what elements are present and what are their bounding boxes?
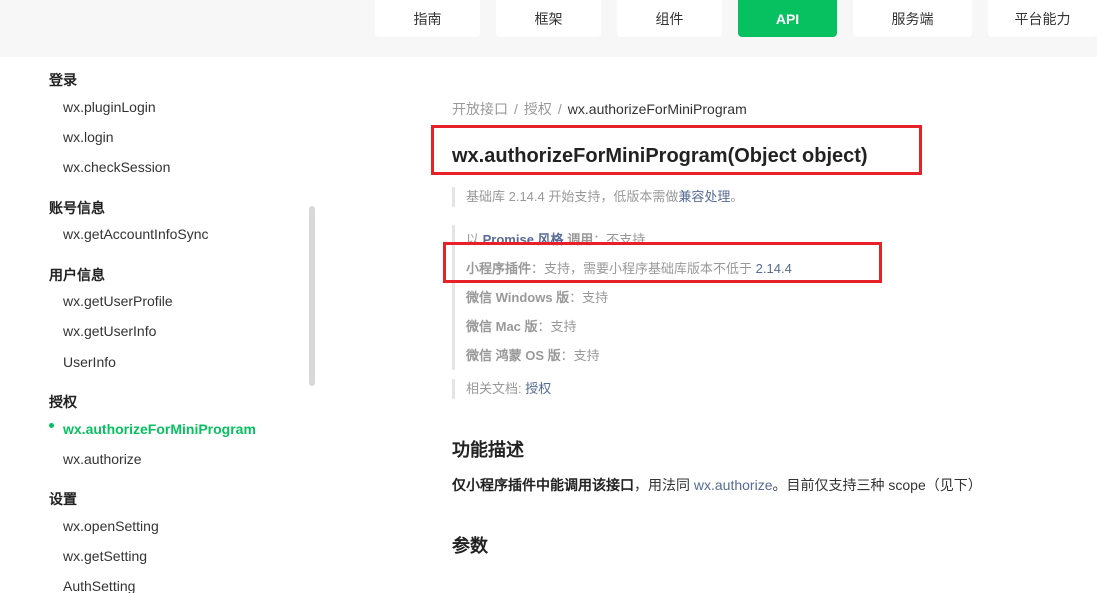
breadcrumb-current: wx.authorizeForMiniProgram xyxy=(567,101,747,117)
sidebar-group-login: 登录 xyxy=(49,72,77,88)
breadcrumb-authorize[interactable]: 授权 xyxy=(524,101,552,117)
breadcrumb: 开放接口 / 授权 / wx.authorizeForMiniProgram xyxy=(452,99,747,119)
sidebar-group-authorize: 授权 xyxy=(49,394,77,410)
sidebar-item-get-account-info-sync[interactable]: wx.getAccountInfoSync xyxy=(63,224,209,244)
breadcrumb-separator: / xyxy=(557,101,562,117)
sidebar-item-get-setting[interactable]: wx.getSetting xyxy=(63,546,147,566)
related-docs-link[interactable]: 授权 xyxy=(525,381,551,396)
nav-tab-platform[interactable]: 平台能力 xyxy=(988,0,1097,37)
sidebar-item-get-user-profile[interactable]: wx.getUserProfile xyxy=(63,291,173,311)
base-library-note: 基础库 2.14.4 开始支持，低版本需做兼容处理。 xyxy=(452,187,743,207)
sidebar-item-get-user-info[interactable]: wx.getUserInfo xyxy=(63,321,156,341)
sidebar-item-user-info[interactable]: UserInfo xyxy=(63,352,116,372)
active-indicator-dot xyxy=(49,423,54,428)
mac-value: ：支持 xyxy=(537,319,577,334)
sidebar-item-open-setting[interactable]: wx.openSetting xyxy=(63,516,159,536)
top-nav: 指南 框架 组件 API 服务端 平台能力 xyxy=(0,0,1097,57)
support-harmony-row: 微信 鸿蒙 OS 版：支持 xyxy=(466,341,792,370)
windows-value: ：支持 xyxy=(569,290,609,305)
base-library-suffix: 。 xyxy=(730,189,744,204)
related-docs-prefix: 相关文档: xyxy=(466,381,526,396)
description-middle: ，用法同 xyxy=(634,477,694,493)
base-library-text: 基础库 2.14.4 开始支持，低版本需做 xyxy=(466,189,679,204)
section-heading-description: 功能描述 xyxy=(452,440,524,460)
nav-tab-components[interactable]: 组件 xyxy=(617,0,722,37)
harmony-value: ：支持 xyxy=(560,348,600,363)
title-highlight-box xyxy=(431,125,922,175)
sidebar-group-settings: 设置 xyxy=(49,491,77,507)
support-windows-row: 微信 Windows 版：支持 xyxy=(466,283,792,312)
nav-tab-framework[interactable]: 框架 xyxy=(496,0,601,37)
sidebar-group-account-info: 账号信息 xyxy=(49,200,105,216)
wx-authorize-link[interactable]: wx.authorize xyxy=(694,477,773,493)
plugin-support-highlight-box xyxy=(443,242,882,283)
nav-tab-guide[interactable]: 指南 xyxy=(375,0,480,37)
description-text: 仅小程序插件中能调用该接口，用法同 wx.authorize。目前仅支持三种 s… xyxy=(452,475,982,495)
nav-tab-server[interactable]: 服务端 xyxy=(853,0,972,37)
section-heading-params: 参数 xyxy=(452,536,488,556)
sidebar-item-login[interactable]: wx.login xyxy=(63,127,114,147)
windows-label: 微信 Windows 版 xyxy=(466,290,570,305)
sidebar-item-plugin-login[interactable]: wx.pluginLogin xyxy=(63,97,156,117)
breadcrumb-separator: / xyxy=(514,101,518,117)
mac-label: 微信 Mac 版 xyxy=(466,319,538,334)
sidebar-group-user-info: 用户信息 xyxy=(49,267,105,283)
sidebar-item-auth-setting[interactable]: AuthSetting xyxy=(63,576,135,593)
compat-link[interactable]: 兼容处理 xyxy=(678,189,730,204)
harmony-label: 微信 鸿蒙 OS 版 xyxy=(466,348,561,363)
breadcrumb-open-api[interactable]: 开放接口 xyxy=(452,101,508,117)
description-bold: 仅小程序插件中能调用该接口 xyxy=(452,477,634,493)
support-mac-row: 微信 Mac 版：支持 xyxy=(466,312,792,341)
sidebar-item-authorize[interactable]: wx.authorize xyxy=(63,449,142,469)
description-suffix: 。目前仅支持三种 scope（见下） xyxy=(772,477,982,493)
related-docs-note: 相关文档: 授权 xyxy=(452,379,551,399)
sidebar-item-authorize-for-mini-program[interactable]: wx.authorizeForMiniProgram xyxy=(63,419,256,439)
nav-tab-api[interactable]: API xyxy=(738,0,837,37)
sidebar-item-check-session[interactable]: wx.checkSession xyxy=(63,157,170,177)
